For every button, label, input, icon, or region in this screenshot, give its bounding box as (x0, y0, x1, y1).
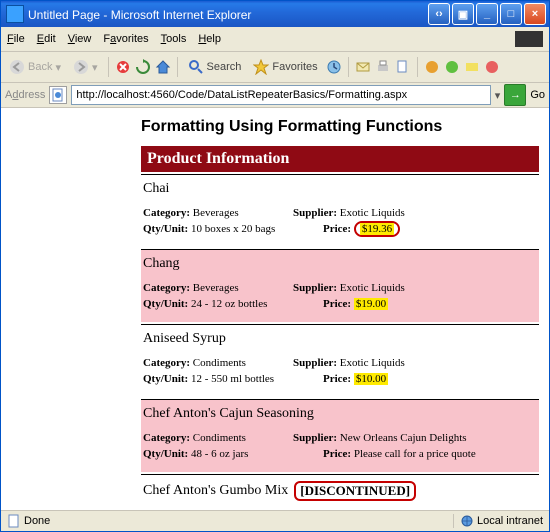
menu-tools[interactable]: Tools (161, 33, 187, 45)
product-name: Chef Anton's Gumbo Mix[DISCONTINUED] (143, 481, 537, 501)
forward-button[interactable]: ▾ (69, 57, 102, 77)
ext-icon-1[interactable] (424, 59, 440, 75)
done-icon (7, 514, 21, 528)
product-row-2: Qty/Unit: 48 - 6 oz jarsPrice: Please ca… (143, 448, 537, 460)
menu-file[interactable]: File (7, 33, 25, 45)
menu-help[interactable]: Help (198, 33, 221, 45)
product-item: Chai Category: BeveragesSupplier: Exotic … (141, 174, 539, 247)
address-dropdown[interactable]: ▾ (495, 89, 501, 102)
ext-button-1[interactable]: ‹› (428, 3, 450, 25)
product-item: Aniseed Syrup Category: CondimentsSupplie… (141, 324, 539, 397)
mail-button[interactable] (355, 59, 371, 75)
stop-button[interactable] (115, 59, 131, 75)
product-item: Chang Category: BeveragesSupplier: Exotic… (141, 249, 539, 322)
edit-button[interactable] (395, 59, 411, 75)
maximize-button[interactable]: □ (500, 3, 522, 25)
page-viewport[interactable]: Formatting Using Formatting Functions Pr… (1, 108, 549, 510)
home-button[interactable] (155, 59, 171, 75)
separator (348, 57, 349, 77)
forward-icon (73, 59, 89, 75)
address-label: Address (5, 89, 45, 101)
minimize-button[interactable]: _ (476, 3, 498, 25)
search-icon (188, 59, 204, 75)
menu-view[interactable]: View (68, 33, 92, 45)
menubar: File Edit View Favorites Tools Help (1, 27, 549, 52)
product-row-1: Category: CondimentsSupplier: New Orlean… (143, 432, 537, 444)
product-row-1: Category: BeveragesSupplier: Exotic Liqu… (143, 207, 537, 219)
star-icon (253, 59, 269, 75)
ext-icon-4[interactable] (484, 59, 500, 75)
product-row-1: Category: CondimentsSupplier: Exotic Liq… (143, 357, 537, 369)
product-row-2: Qty/Unit: 12 - 550 ml bottlesPrice: $10.… (143, 373, 537, 385)
address-input[interactable] (71, 85, 490, 105)
menu-edit[interactable]: Edit (37, 33, 56, 45)
separator (177, 57, 178, 77)
product-name: Chang (143, 256, 537, 272)
product-item: Chef Anton's Cajun Seasoning Category: Co… (141, 399, 539, 472)
refresh-button[interactable] (135, 59, 151, 75)
product-list: Chai Category: BeveragesSupplier: Exotic … (141, 174, 539, 510)
back-label: Back (28, 61, 52, 73)
back-button[interactable]: Back ▾ (5, 57, 65, 77)
separator (108, 57, 109, 77)
product-name: Chai (143, 181, 537, 197)
product-item: Chef Anton's Gumbo Mix[DISCONTINUED]Cate… (141, 474, 539, 510)
window-buttons: ‹› ▣ _ □ × (428, 3, 546, 25)
product-row-1: Category: BeveragesSupplier: Exotic Liqu… (143, 282, 537, 294)
product-row-2: Qty/Unit: 10 boxes x 20 bagsPrice: $19.3… (143, 223, 537, 235)
page-icon (49, 86, 67, 104)
go-label: Go (530, 89, 545, 101)
intranet-icon (460, 514, 474, 528)
throbber-icon (515, 31, 543, 47)
go-button[interactable]: → (504, 84, 526, 106)
price-highlight: $19.36 (354, 221, 400, 237)
section-header: Product Information (141, 146, 539, 172)
titlebar: Untitled Page - Microsoft Internet Explo… (1, 1, 549, 27)
statusbar: Done Local intranet (1, 510, 549, 531)
menu-favorites[interactable]: Favorites (103, 33, 148, 45)
address-bar: Address ▾ → Go (1, 83, 549, 108)
favorites-label: Favorites (272, 61, 317, 73)
ext-icon-3[interactable] (464, 59, 480, 75)
discontinued-badge: [DISCONTINUED] (294, 481, 416, 501)
product-name: Aniseed Syrup (143, 331, 537, 347)
ext-icon-2[interactable] (444, 59, 460, 75)
favorites-button[interactable]: Favorites (249, 57, 321, 77)
toolbar: Back ▾ ▾ Search Favorites (1, 52, 549, 83)
window-title: Untitled Page - Microsoft Internet Explo… (28, 7, 428, 22)
ext-button-2[interactable]: ▣ (452, 3, 474, 25)
print-button[interactable] (375, 59, 391, 75)
separator (417, 57, 418, 77)
ie-icon (6, 5, 24, 23)
history-button[interactable] (326, 59, 342, 75)
status-zone: Local intranet (460, 514, 543, 528)
ie-window: Untitled Page - Microsoft Internet Explo… (0, 0, 550, 532)
page-title: Formatting Using Formatting Functions (141, 118, 539, 136)
search-label: Search (207, 61, 242, 73)
product-name: Chef Anton's Cajun Seasoning (143, 406, 537, 422)
product-row-2: Qty/Unit: 24 - 12 oz bottlesPrice: $19.0… (143, 298, 537, 310)
close-button[interactable]: × (524, 3, 546, 25)
status-done: Done (7, 514, 50, 528)
back-icon (9, 59, 25, 75)
search-button[interactable]: Search (184, 57, 246, 77)
